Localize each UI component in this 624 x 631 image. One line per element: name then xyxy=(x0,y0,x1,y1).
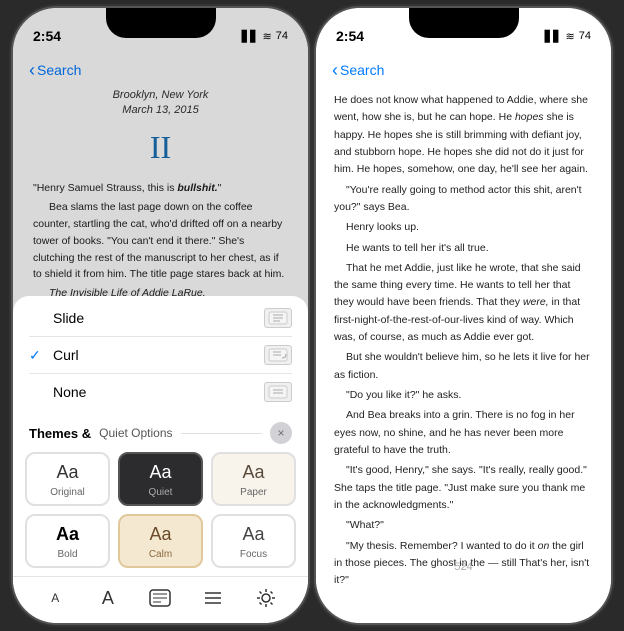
scroll-option-none[interactable]: None xyxy=(29,374,292,410)
scroll-option-slide-left: Slide xyxy=(29,310,84,326)
theme-name-focus: Focus xyxy=(240,549,267,560)
time-right: 2:54 xyxy=(336,28,364,44)
toolbar-list-btn[interactable] xyxy=(195,583,231,613)
right-para-4: He wants to tell her it's all true. xyxy=(334,240,593,257)
themes-header: Themes & Quiet Options × xyxy=(13,418,308,446)
toolbar-themes-btn[interactable] xyxy=(142,583,178,613)
theme-aa-quiet: Aa xyxy=(149,462,171,483)
right-para-2: "You're really going to method actor thi… xyxy=(334,182,593,217)
scroll-option-curl-left: ✓ Curl xyxy=(29,347,79,364)
right-para-8: And Bea breaks into a grin. There is no … xyxy=(334,407,593,459)
theme-aa-calm: Aa xyxy=(149,524,171,545)
scroll-option-none-left: None xyxy=(29,384,86,400)
right-para-9: "It's good, Henry," she says. "It's real… xyxy=(334,462,593,514)
scroll-option-curl[interactable]: ✓ Curl xyxy=(29,337,292,374)
theme-card-paper[interactable]: Aa Paper xyxy=(211,452,296,506)
left-phone: 2:54 ▋▋ ≋ 74 ‹ Search Brooklyn, New York… xyxy=(13,8,308,623)
right-para-6: But she wouldn't believe him, so he lets… xyxy=(334,349,593,384)
theme-card-focus[interactable]: Aa Focus xyxy=(211,514,296,568)
status-icons-right: ▋▋ ≋ 74 xyxy=(545,30,591,43)
nav-bar-right: ‹ Search xyxy=(316,52,611,88)
brightness-icon xyxy=(256,588,276,608)
toolbar: A A xyxy=(13,576,308,623)
right-phone: 2:54 ▋▋ ≋ 74 ‹ Search He does not know w… xyxy=(316,8,611,623)
right-para-12: And of course, it is. xyxy=(334,592,593,593)
scroll-slide-icon xyxy=(264,308,292,328)
theme-card-quiet[interactable]: Aa Quiet xyxy=(118,452,203,506)
right-para-10: "What?" xyxy=(334,517,593,534)
toolbar-font-large[interactable]: A xyxy=(90,583,126,613)
theme-card-original[interactable]: Aa Original xyxy=(25,452,110,506)
right-para-7: "Do you like it?" he asks. xyxy=(334,387,593,404)
theme-aa-bold: Aa xyxy=(56,524,79,545)
bottom-panel: Slide ✓ xyxy=(13,296,308,623)
book-content-right: He does not know what happened to Addie,… xyxy=(316,88,611,593)
font-large-icon: A xyxy=(102,588,114,609)
close-button[interactable]: × xyxy=(270,422,292,444)
back-button-right[interactable]: ‹ Search xyxy=(332,61,384,79)
toolbar-font-small[interactable]: A xyxy=(37,583,73,613)
scroll-none-icon xyxy=(264,382,292,402)
theme-name-original: Original xyxy=(50,487,84,498)
scroll-none-label: None xyxy=(53,384,86,400)
font-small-icon: A xyxy=(51,591,59,605)
list-icon xyxy=(203,589,223,607)
wifi-icon-right: ≋ xyxy=(566,30,575,43)
theme-grid: Aa Original Aa Quiet Aa Paper xyxy=(13,446,308,576)
back-arrow-icon-right: ‹ xyxy=(332,61,338,79)
theme-aa-focus: Aa xyxy=(242,524,264,545)
status-bar-right: 2:54 ▋▋ ≋ 74 xyxy=(316,8,611,52)
quiet-options-label: Quiet Options xyxy=(99,426,172,440)
theme-name-paper: Paper xyxy=(240,487,267,498)
scroll-curl-label: Curl xyxy=(53,347,79,363)
theme-name-bold: Bold xyxy=(57,549,77,560)
toolbar-brightness-btn[interactable] xyxy=(248,583,284,613)
right-para-1: He does not know what happened to Addie,… xyxy=(334,92,593,179)
page-number: 524 xyxy=(454,561,472,573)
back-label-right: Search xyxy=(340,62,384,78)
scroll-option-slide[interactable]: Slide xyxy=(29,300,292,337)
themes-divider xyxy=(181,433,262,434)
battery-icon-right: 74 xyxy=(579,30,591,42)
theme-name-calm: Calm xyxy=(149,549,172,560)
signal-icon-right: ▋▋ xyxy=(545,30,562,43)
theme-card-calm[interactable]: Aa Calm xyxy=(118,514,203,568)
theme-aa-paper: Aa xyxy=(242,462,264,483)
themes-icon xyxy=(149,589,171,607)
right-para-3: Henry looks up. xyxy=(334,219,593,236)
themes-label: Themes & xyxy=(29,426,91,441)
theme-name-quiet: Quiet xyxy=(149,487,173,498)
theme-aa-original: Aa xyxy=(56,462,78,483)
app-container: 2:54 ▋▋ ≋ 74 ‹ Search Brooklyn, New York… xyxy=(0,0,624,631)
right-para-5: That he met Addie, just like he wrote, t… xyxy=(334,260,593,347)
scroll-slide-label: Slide xyxy=(53,310,84,326)
check-curl: ✓ xyxy=(29,347,45,364)
scroll-options: Slide ✓ xyxy=(13,296,308,418)
scroll-curl-icon xyxy=(264,345,292,365)
theme-card-bold[interactable]: Aa Bold xyxy=(25,514,110,568)
